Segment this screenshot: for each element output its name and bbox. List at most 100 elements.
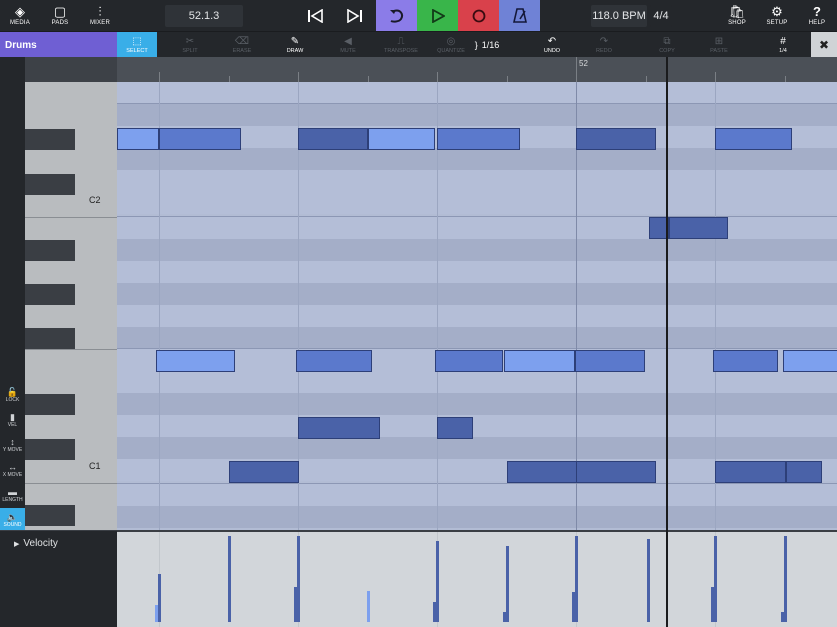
x-move-button[interactable]: ↔ X MOVE (0, 458, 25, 482)
media-button[interactable]: ◈ MEDIA (4, 0, 36, 31)
question-icon: ? (813, 3, 821, 19)
velocity-label[interactable]: ▶ Velocity (14, 538, 58, 549)
black-key[interactable] (25, 284, 75, 305)
metronome-icon (512, 8, 527, 23)
playhead[interactable] (666, 57, 668, 627)
lock-button[interactable]: 🔓 LOCK (0, 383, 25, 407)
note[interactable] (504, 350, 575, 372)
note[interactable] (368, 128, 435, 150)
redo-button[interactable]: ↷ REDO (585, 32, 623, 58)
undo-button[interactable]: ↶ UNDO (533, 32, 571, 58)
note[interactable] (576, 461, 656, 483)
velocity-lane[interactable] (117, 530, 837, 627)
pads-button[interactable]: ▢ PADS (44, 0, 76, 31)
velocity-lane-header[interactable]: ▶ Velocity (0, 530, 117, 627)
black-key[interactable] (25, 439, 75, 460)
note[interactable] (159, 128, 241, 150)
lock-icon: 🔓 (6, 387, 19, 397)
note[interactable] (156, 350, 235, 372)
note[interactable] (435, 350, 503, 372)
play-button[interactable] (417, 0, 458, 31)
velocity-bar[interactable] (158, 574, 161, 622)
brace-icon: } (474, 40, 478, 50)
bars-icon: ▮ (10, 412, 15, 422)
note[interactable] (715, 461, 786, 483)
copy-icon: ⧉ (663, 35, 671, 47)
position-display[interactable]: 52.1.3 (165, 5, 243, 27)
sound-button[interactable]: 🔈 SOUND (0, 508, 25, 532)
note[interactable] (715, 128, 792, 150)
velocity-bar[interactable] (647, 539, 650, 622)
note-lane (117, 393, 837, 415)
tempo-display[interactable]: 118.0 BPM (591, 5, 647, 27)
forward-button[interactable] (338, 0, 372, 31)
velocity-bar[interactable] (297, 536, 300, 622)
note-lane (117, 371, 837, 393)
redo-icon: ↷ (599, 35, 609, 47)
transpose-tool[interactable]: ⎍ TRANSPOSE (380, 32, 422, 58)
select-tool[interactable]: ⬚ SELECT (117, 32, 157, 58)
black-key[interactable] (25, 328, 75, 349)
timeline-ruler[interactable]: 52 (117, 57, 837, 82)
setup-button[interactable]: ⚙ SETUP (762, 0, 792, 31)
loop-icon (389, 9, 403, 23)
note[interactable] (575, 350, 645, 372)
shop-button[interactable]: 🛍 SHOP (722, 0, 752, 31)
rewind-button[interactable] (298, 0, 332, 31)
loop-button[interactable] (376, 0, 417, 31)
velocity-bar[interactable] (506, 546, 509, 622)
black-key[interactable] (25, 394, 75, 415)
note[interactable] (786, 461, 822, 483)
note[interactable] (437, 128, 520, 150)
ruler-tick (715, 72, 716, 82)
note[interactable] (507, 461, 577, 483)
erase-tool[interactable]: ⌫ ERASE (222, 32, 262, 58)
track-name[interactable]: Drums (0, 32, 117, 58)
record-button[interactable] (458, 0, 499, 31)
mute-tool[interactable]: ◀ MUTE (328, 32, 368, 58)
velocity-bar[interactable] (714, 536, 717, 622)
record-icon (472, 9, 485, 22)
note[interactable] (298, 417, 380, 439)
note[interactable] (783, 350, 837, 372)
black-key[interactable] (25, 240, 75, 261)
draw-tool[interactable]: ✎ DRAW (275, 32, 315, 58)
split-tool[interactable]: ✂ SPLIT (170, 32, 210, 58)
black-key[interactable] (25, 129, 75, 150)
velocity-bar[interactable] (575, 536, 578, 622)
help-button[interactable]: ? HELP (802, 0, 832, 31)
lane-divider (117, 483, 837, 484)
key-divider (25, 349, 117, 350)
note[interactable] (669, 217, 728, 239)
note-lane (117, 104, 837, 126)
black-key[interactable] (25, 174, 75, 195)
media-icon: ◈ (15, 3, 25, 19)
piano-keyboard[interactable]: C2 C1 (25, 57, 117, 530)
length-button[interactable]: ▬ LENGTH (0, 483, 25, 507)
note[interactable] (437, 417, 473, 439)
quantize-tool[interactable]: ◎ QUANTIZE (432, 32, 470, 58)
note[interactable] (576, 128, 656, 150)
note[interactable] (296, 350, 372, 372)
note[interactable] (298, 128, 368, 150)
copy-button[interactable]: ⧉ COPY (648, 32, 686, 58)
metronome-button[interactable] (499, 0, 540, 31)
y-move-button[interactable]: ↕ Y MOVE (0, 433, 25, 457)
velocity-bar[interactable] (367, 591, 370, 622)
note[interactable] (713, 350, 778, 372)
note[interactable] (229, 461, 299, 483)
grid-button[interactable]: # 1/4 (764, 32, 802, 58)
paste-button[interactable]: ⊞ PASTE (700, 32, 738, 58)
time-signature[interactable]: 4/4 (650, 5, 672, 27)
velocity-bar[interactable] (228, 536, 231, 622)
black-key[interactable] (25, 505, 75, 526)
note-lane (117, 239, 837, 261)
velocity-mode-button[interactable]: ▮ VEL (0, 408, 25, 432)
close-icon[interactable]: ✖ (811, 32, 837, 58)
note[interactable] (117, 128, 159, 150)
mixer-button[interactable]: ⫶ MIXER (84, 0, 116, 31)
velocity-bar[interactable] (436, 541, 439, 622)
velocity-bar[interactable] (784, 536, 787, 622)
note-grid[interactable] (117, 82, 837, 530)
quantize-value[interactable]: } 1/16 (470, 32, 504, 58)
